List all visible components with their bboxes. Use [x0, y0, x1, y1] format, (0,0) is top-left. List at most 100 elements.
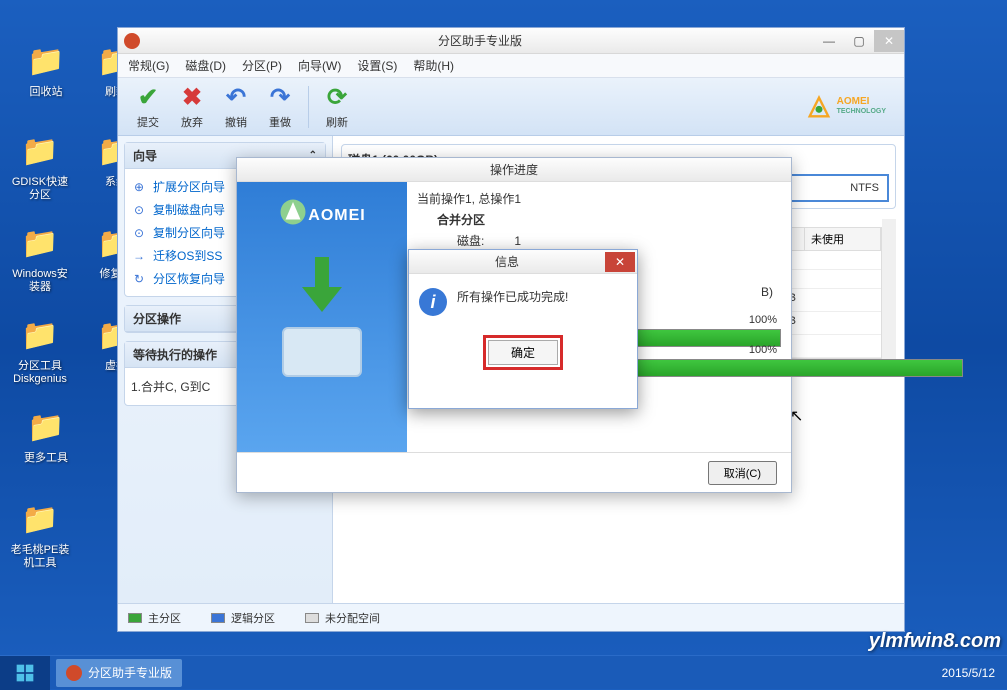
toolbar-label: 重做 — [258, 114, 302, 130]
menu-item[interactable]: 常规(G) — [128, 57, 169, 74]
progress-pct-2: 100% — [749, 344, 777, 356]
desktop-icon[interactable]: 📁 Windows安装器 — [10, 222, 70, 294]
desktop-icon[interactable]: 📁 老毛桃PE装机工具 — [10, 498, 70, 570]
toolbar-label: 提交 — [126, 114, 170, 130]
taskbar-app-icon — [66, 665, 82, 681]
scrollbar[interactable] — [882, 219, 896, 359]
menu-item[interactable]: 分区(P) — [242, 57, 282, 74]
window-title: 分区助手专业版 — [146, 32, 814, 49]
desktop-icon[interactable]: 📁 GDISK快速分区 — [10, 130, 70, 202]
legend-primary: 主分区 — [148, 610, 181, 626]
wizard-label: 分区恢复向导 — [153, 270, 225, 287]
menu-item[interactable]: 向导(W) — [298, 57, 341, 74]
desktop-icon-label: 老毛桃PE装机工具 — [10, 544, 70, 570]
legend-unalloc: 未分配空间 — [325, 610, 380, 626]
watermark: ylmfwin8.com — [869, 630, 1001, 653]
desktop-icon[interactable]: 📁 回收站 — [16, 40, 76, 99]
taskbar-app-label: 分区助手专业版 — [88, 664, 172, 681]
refresh-icon: ⟳ — [323, 84, 351, 112]
wizard-icon: ↻ — [131, 271, 147, 287]
toolbar-label: 放弃 — [170, 114, 214, 130]
desktop-icon-label: 回收站 — [16, 86, 76, 99]
wizard-label: 扩展分区向导 — [153, 178, 225, 195]
ops-title: 分区操作 — [133, 310, 181, 327]
op-name: 合并分区 — [417, 211, 781, 228]
logo-sub: TECHNOLOGY — [837, 107, 886, 117]
menubar: 常规(G) 磁盘(D) 分区(P) 向导(W) 设置(S) 帮助(H) — [118, 54, 904, 78]
check-icon: ✔ — [134, 84, 162, 112]
toolbar-button[interactable]: ✖ 放弃 — [170, 84, 214, 130]
cancel-button[interactable]: 取消(C) — [708, 461, 777, 485]
desktop-icon-image: 📁 — [25, 40, 67, 82]
swatch-logical — [211, 613, 225, 623]
aomei-logo-icon — [805, 93, 833, 121]
arrow-down-icon — [297, 257, 347, 317]
close-icon[interactable]: ✕ — [605, 252, 635, 272]
close-button[interactable]: ✕ — [874, 30, 904, 52]
logo-text: AOMEI — [837, 97, 886, 107]
aomei-brand: AOMEI — [308, 207, 365, 225]
taskbar-app[interactable]: 分区助手专业版 — [56, 659, 182, 687]
op-count: 当前操作1, 总操作1 — [417, 190, 781, 207]
toolbar-button[interactable]: ↶ 撤销 — [214, 84, 258, 130]
toolbar: ✔ 提交 ✖ 放弃 ↶ 撤销 ↷ 重做 ⟳ 刷新 AOMEITECHNOLOGY — [118, 78, 904, 136]
desktop-icon-image: 📁 — [19, 130, 61, 172]
wizard-label: 复制磁盘向导 — [153, 201, 225, 218]
progress-brand-panel: AOMEI — [237, 182, 407, 452]
start-button[interactable] — [0, 656, 50, 690]
progress-pct-1: 100% — [749, 314, 777, 326]
toolbar-button[interactable]: ✔ 提交 — [126, 84, 170, 130]
wizard-label: 迁移OS到SS — [153, 247, 222, 264]
legend-logical: 逻辑分区 — [231, 610, 275, 626]
info-message: 所有操作已成功完成! — [457, 288, 568, 305]
taskbar-clock[interactable]: 2015/5/12 — [942, 666, 1007, 680]
progress-title[interactable]: 操作进度 — [237, 158, 791, 182]
toolbar-label: 撤销 — [214, 114, 258, 130]
fs-label: NTFS — [850, 182, 879, 194]
menu-item[interactable]: 磁盘(D) — [185, 57, 226, 74]
info-titlebar[interactable]: 信息 ✕ — [409, 250, 637, 274]
aomei-logo-icon — [278, 197, 308, 227]
legend: 主分区 逻辑分区 未分配空间 — [118, 603, 904, 631]
toolbar-label: 刷新 — [315, 114, 359, 130]
desktop-icon[interactable]: 📁 分区工具Diskgenius — [10, 314, 70, 386]
menu-item[interactable]: 设置(S) — [357, 57, 397, 74]
desktop-icon-image: 📁 — [25, 406, 67, 448]
desktop-icon[interactable]: 📁更多工具 — [16, 406, 76, 465]
wizard-title: 向导 — [133, 147, 157, 164]
desktop-icon-label: GDISK快速分区 — [10, 176, 70, 202]
swatch-unalloc — [305, 613, 319, 623]
wizard-icon: ⊙ — [131, 202, 147, 218]
toolbar-button[interactable]: ⟳ 刷新 — [315, 84, 359, 130]
toolbar-button[interactable]: ↷ 重做 — [258, 84, 302, 130]
wizard-label: 复制分区向导 — [153, 224, 225, 241]
swatch-primary — [128, 613, 142, 623]
wizard-icon: ⊙ — [131, 225, 147, 241]
info-title: 信息 — [409, 253, 605, 270]
desktop-icon-label: 分区工具Diskgenius — [10, 360, 70, 386]
undo-icon: ↶ — [222, 84, 250, 112]
titlebar[interactable]: 分区助手专业版 — ▢ ✕ — [118, 28, 904, 54]
pending-title: 等待执行的操作 — [133, 346, 217, 363]
redo-icon: ↷ — [266, 84, 294, 112]
menu-item[interactable]: 帮助(H) — [413, 57, 454, 74]
desktop-icon-label: Windows安装器 — [10, 268, 70, 294]
info-icon: i — [419, 288, 447, 316]
app-icon — [124, 33, 140, 49]
ok-button[interactable]: 确定 — [488, 340, 558, 365]
wizard-icon: ⊕ — [131, 179, 147, 195]
taskbar: 分区助手专业版 2015/5/12 — [0, 655, 1007, 689]
desktop-icon-image: 📁 — [19, 314, 61, 356]
disk-image-icon — [282, 327, 362, 377]
desktop-icon-image: 📁 — [19, 222, 61, 264]
x-icon: ✖ — [178, 84, 206, 112]
disk-label: 磁盘: — [457, 234, 484, 248]
col-unused[interactable]: 未使用 — [805, 228, 881, 250]
maximize-button[interactable]: ▢ — [844, 30, 874, 52]
aomei-logo[interactable]: AOMEITECHNOLOGY — [805, 93, 886, 121]
disk-num: 1 — [514, 234, 521, 248]
info-dialog: 信息 ✕ i 所有操作已成功完成! 确定 — [408, 249, 638, 409]
desktop-icon-image: 📁 — [19, 498, 61, 540]
minimize-button[interactable]: — — [814, 30, 844, 52]
wizard-icon: → — [131, 248, 147, 264]
